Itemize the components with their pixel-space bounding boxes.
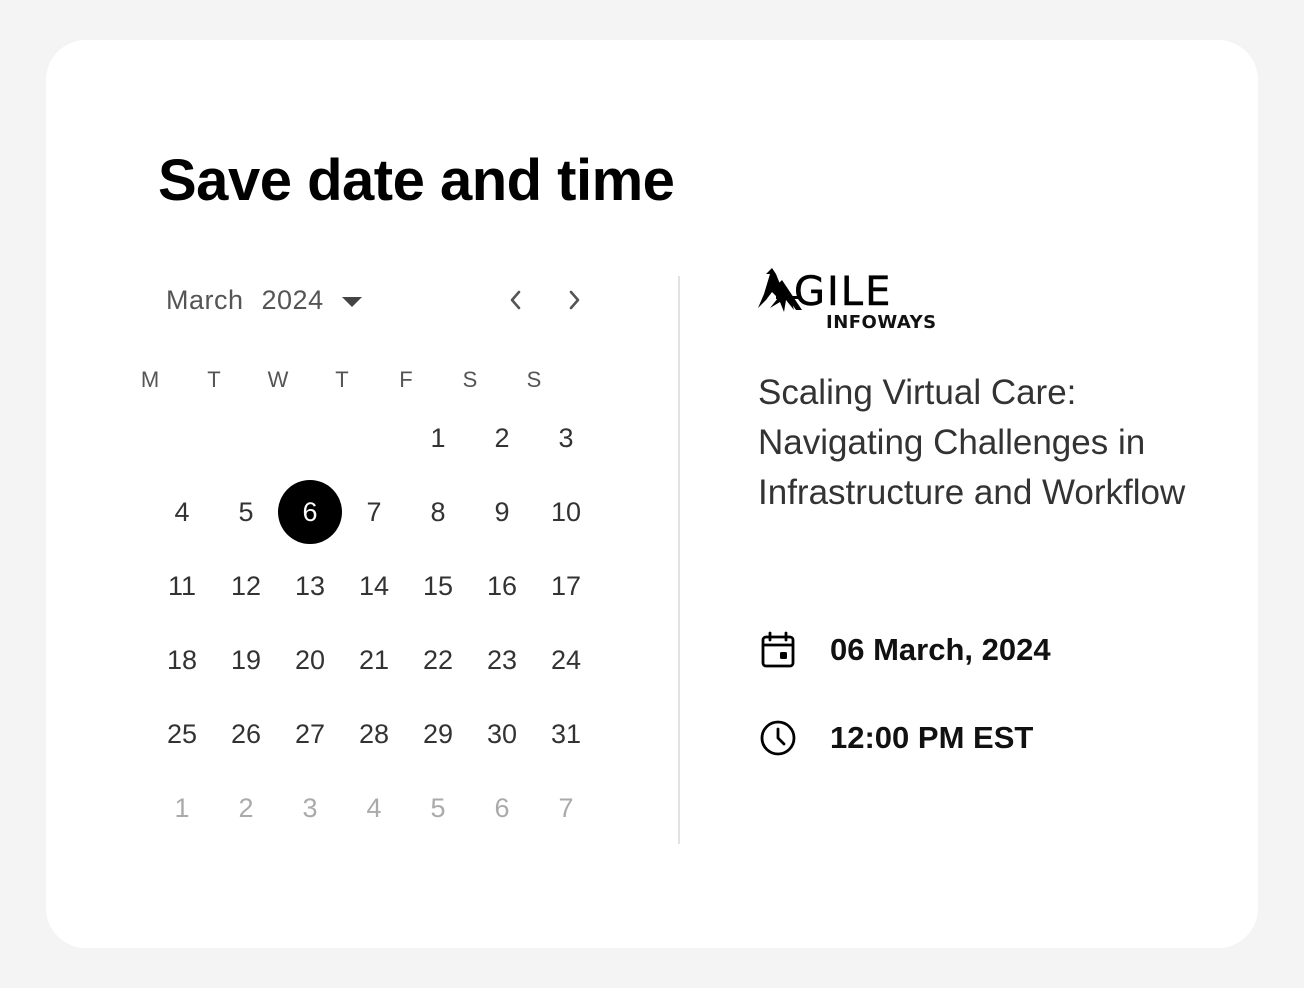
calendar-day[interactable]: 15 bbox=[406, 554, 470, 618]
clock-icon bbox=[758, 718, 798, 758]
calendar-day-next-month[interactable]: 5 bbox=[406, 776, 470, 840]
calendar-day[interactable]: 28 bbox=[342, 702, 406, 766]
calendar-day-next-month[interactable]: 1 bbox=[150, 776, 214, 840]
calendar-day[interactable]: 18 bbox=[150, 628, 214, 692]
chevron-right-icon bbox=[569, 290, 580, 310]
weekday-row: M T W T F S S bbox=[118, 362, 566, 398]
event-title: Scaling Virtual Care: Navigating Challen… bbox=[758, 373, 1186, 512]
calendar-day-selected[interactable]: 6 bbox=[278, 480, 342, 544]
calendar-day[interactable]: 10 bbox=[534, 480, 598, 544]
weekday-label: F bbox=[399, 367, 413, 392]
calendar-day[interactable]: 2 bbox=[470, 406, 534, 470]
event-card: Save date and time March 2024 M T W T F … bbox=[46, 40, 1258, 948]
calendar-day[interactable]: 22 bbox=[406, 628, 470, 692]
calendar-day-next-month[interactable]: 6 bbox=[470, 776, 534, 840]
event-time: 12:00 PM EST bbox=[830, 720, 1034, 755]
calendar-header: March 2024 bbox=[166, 280, 594, 320]
agile-infoways-logo: GILE INFOWAYS bbox=[756, 264, 942, 336]
calendar-day[interactable]: 26 bbox=[214, 702, 278, 766]
weekday-label: T bbox=[335, 367, 349, 392]
calendar-day[interactable]: 1 bbox=[406, 406, 470, 470]
calendar-icon bbox=[758, 630, 798, 670]
calendar-day[interactable]: 31 bbox=[534, 702, 598, 766]
calendar-day[interactable]: 14 bbox=[342, 554, 406, 618]
year-label: 2024 bbox=[261, 284, 324, 315]
calendar-day-next-month[interactable]: 7 bbox=[534, 776, 598, 840]
weekday-label: W bbox=[267, 367, 289, 392]
month-year-dropdown[interactable]: March 2024 bbox=[166, 280, 362, 320]
previous-month-button[interactable] bbox=[496, 280, 536, 320]
calendar-day[interactable]: 3 bbox=[534, 406, 598, 470]
calendar-day[interactable]: 11 bbox=[150, 554, 214, 618]
month-label: March bbox=[166, 284, 244, 315]
calendar-day[interactable]: 7 bbox=[342, 480, 406, 544]
weekday-label: S bbox=[462, 367, 478, 392]
calendar-day-next-month[interactable]: 3 bbox=[278, 776, 342, 840]
calendar-day[interactable]: 29 bbox=[406, 702, 470, 766]
event-date: 06 March, 2024 bbox=[830, 632, 1051, 667]
next-month-button[interactable] bbox=[554, 280, 594, 320]
vertical-divider bbox=[678, 276, 680, 844]
event-date-row: 06 March, 2024 bbox=[758, 630, 1051, 670]
calendar-day-next-month[interactable]: 2 bbox=[214, 776, 278, 840]
logo-wordmark: GILE bbox=[794, 269, 893, 315]
calendar-day[interactable]: 13 bbox=[278, 554, 342, 618]
calendar-day-next-month[interactable]: 4 bbox=[342, 776, 406, 840]
calendar-day[interactable]: 17 bbox=[534, 554, 598, 618]
weekday-label: S bbox=[526, 367, 542, 392]
weekday-label: M bbox=[140, 367, 160, 392]
calendar-day[interactable]: 20 bbox=[278, 628, 342, 692]
calendar-day[interactable]: 23 bbox=[470, 628, 534, 692]
calendar-day[interactable]: 19 bbox=[214, 628, 278, 692]
calendar-day[interactable]: 16 bbox=[470, 554, 534, 618]
calendar-day[interactable]: 8 bbox=[406, 480, 470, 544]
calendar-day[interactable]: 4 bbox=[150, 480, 214, 544]
calendar-day[interactable]: 9 bbox=[470, 480, 534, 544]
calendar-day[interactable]: 24 bbox=[534, 628, 598, 692]
page-title: Save date and time bbox=[158, 148, 675, 213]
chevron-left-icon bbox=[510, 290, 521, 310]
calendar-day[interactable]: 21 bbox=[342, 628, 406, 692]
weekday-label: T bbox=[207, 367, 221, 392]
event-time-row: 12:00 PM EST bbox=[758, 718, 1033, 758]
calendar-day[interactable]: 30 bbox=[470, 702, 534, 766]
calendar-day[interactable]: 27 bbox=[278, 702, 342, 766]
calendar-day[interactable]: 5 bbox=[214, 480, 278, 544]
calendar-day[interactable]: 25 bbox=[150, 702, 214, 766]
calendar-day[interactable]: 12 bbox=[214, 554, 278, 618]
chevron-down-icon bbox=[341, 296, 362, 307]
logo-subtext: INFOWAYS bbox=[826, 312, 937, 333]
